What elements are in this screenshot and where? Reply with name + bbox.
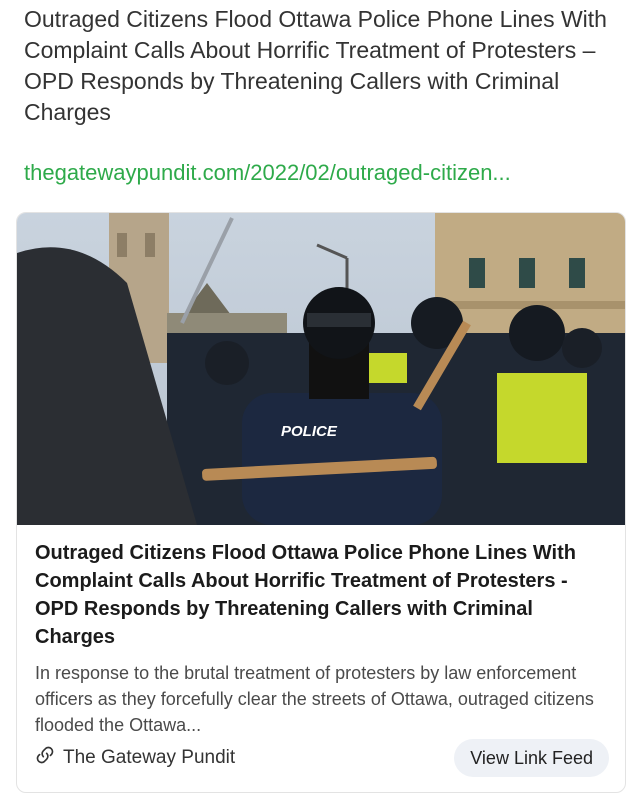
post-title: Outraged Citizens Flood Ottawa Police Ph…	[24, 6, 607, 125]
card-image: POLICE	[17, 213, 625, 525]
police-label: POLICE	[281, 423, 338, 440]
view-link-feed-button[interactable]: View Link Feed	[454, 739, 609, 777]
link-preview-card[interactable]: POLICE Outraged Citizens Flood Ottawa Po…	[16, 212, 626, 793]
link-icon	[35, 745, 55, 771]
card-title[interactable]: Outraged Citizens Flood Ottawa Police Ph…	[35, 539, 615, 651]
source-name: The Gateway Pundit	[63, 747, 236, 768]
card-description: In response to the brutal treatment of p…	[35, 663, 594, 735]
card-source[interactable]: The Gateway Pundit	[35, 743, 235, 773]
post-link[interactable]: thegatewaypundit.com/2022/02/outraged-ci…	[24, 158, 511, 188]
